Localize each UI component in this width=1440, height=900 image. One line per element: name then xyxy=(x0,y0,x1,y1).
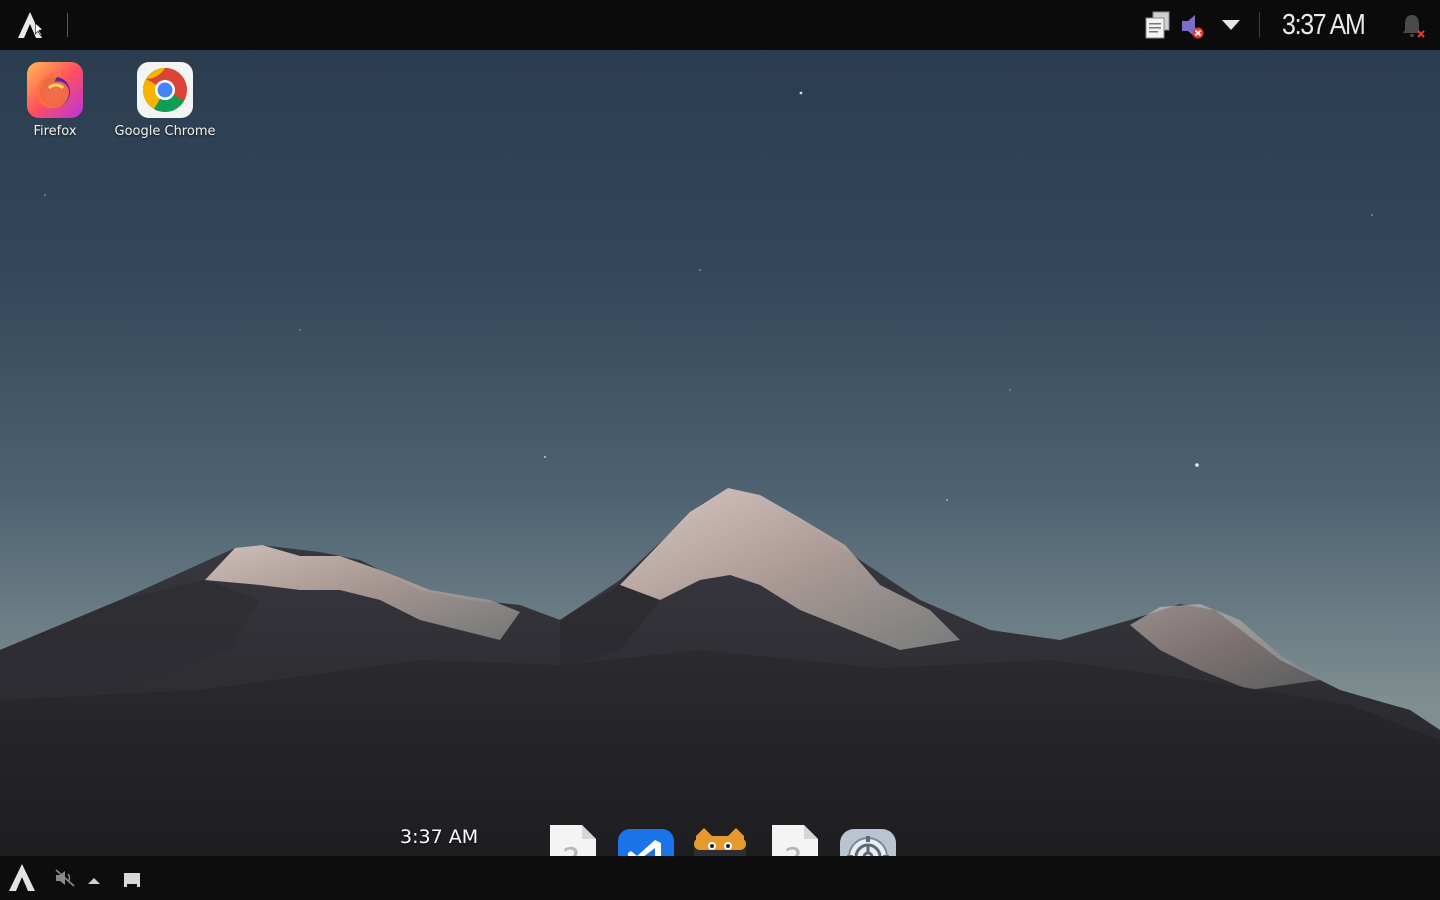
desktop-icon-firefox[interactable]: Firefox xyxy=(0,60,110,139)
notification-bell-icon[interactable] xyxy=(1400,12,1428,40)
volume-muted-icon[interactable] xyxy=(54,868,76,888)
chevron-down-icon[interactable] xyxy=(1220,16,1242,34)
desktop-icon-label: Firefox xyxy=(33,124,77,139)
top-panel-clock[interactable]: 3:37 AM xyxy=(1282,6,1366,44)
show-desktop-icon[interactable] xyxy=(122,870,142,888)
chevron-up-icon[interactable] xyxy=(86,872,102,884)
arch-logo-icon[interactable] xyxy=(14,10,46,42)
desktop-icon-label: Google Chrome xyxy=(114,124,216,139)
dock-clock: 3:37 AM xyxy=(400,826,479,848)
panel-separator xyxy=(1259,12,1260,38)
arch-logo-icon[interactable] xyxy=(6,862,38,894)
firefox-icon xyxy=(25,60,85,120)
chrome-icon xyxy=(135,60,195,120)
volume-muted-icon[interactable] xyxy=(1180,12,1208,40)
clipboard-icon[interactable] xyxy=(1144,10,1174,40)
bottom-panel xyxy=(0,856,1440,900)
top-panel: 3:37 AM xyxy=(0,0,1440,50)
desktop-icon-chrome[interactable]: Google Chrome xyxy=(110,60,220,139)
panel-separator xyxy=(67,13,68,37)
